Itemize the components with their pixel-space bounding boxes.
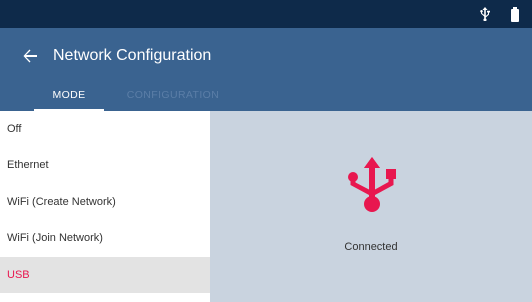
page-title: Network Configuration [53, 47, 212, 64]
mode-item-ethernet[interactable]: Ethernet [0, 147, 210, 183]
tab-configuration[interactable]: CONFIGURATION [118, 82, 228, 111]
mode-item-usb[interactable]: USB [0, 256, 210, 293]
app-bar: Network Configuration MODE CONFIGURATION [0, 28, 532, 111]
system-status-bar [0, 0, 532, 28]
tab-mode[interactable]: MODE [34, 82, 104, 111]
back-arrow-icon[interactable] [14, 40, 46, 72]
mode-item-off[interactable]: Off [0, 111, 210, 147]
usb-icon [347, 157, 397, 213]
mode-list: Off Ethernet WiFi (Create Network) WiFi … [0, 111, 210, 302]
mode-detail-panel: Connected [210, 111, 532, 302]
mode-item-wifi-join[interactable]: WiFi (Join Network) [0, 220, 210, 256]
connection-status: Connected [344, 241, 398, 253]
usb-icon [476, 5, 494, 23]
battery-icon [506, 5, 524, 23]
mode-item-wifi-create[interactable]: WiFi (Create Network) [0, 184, 210, 220]
